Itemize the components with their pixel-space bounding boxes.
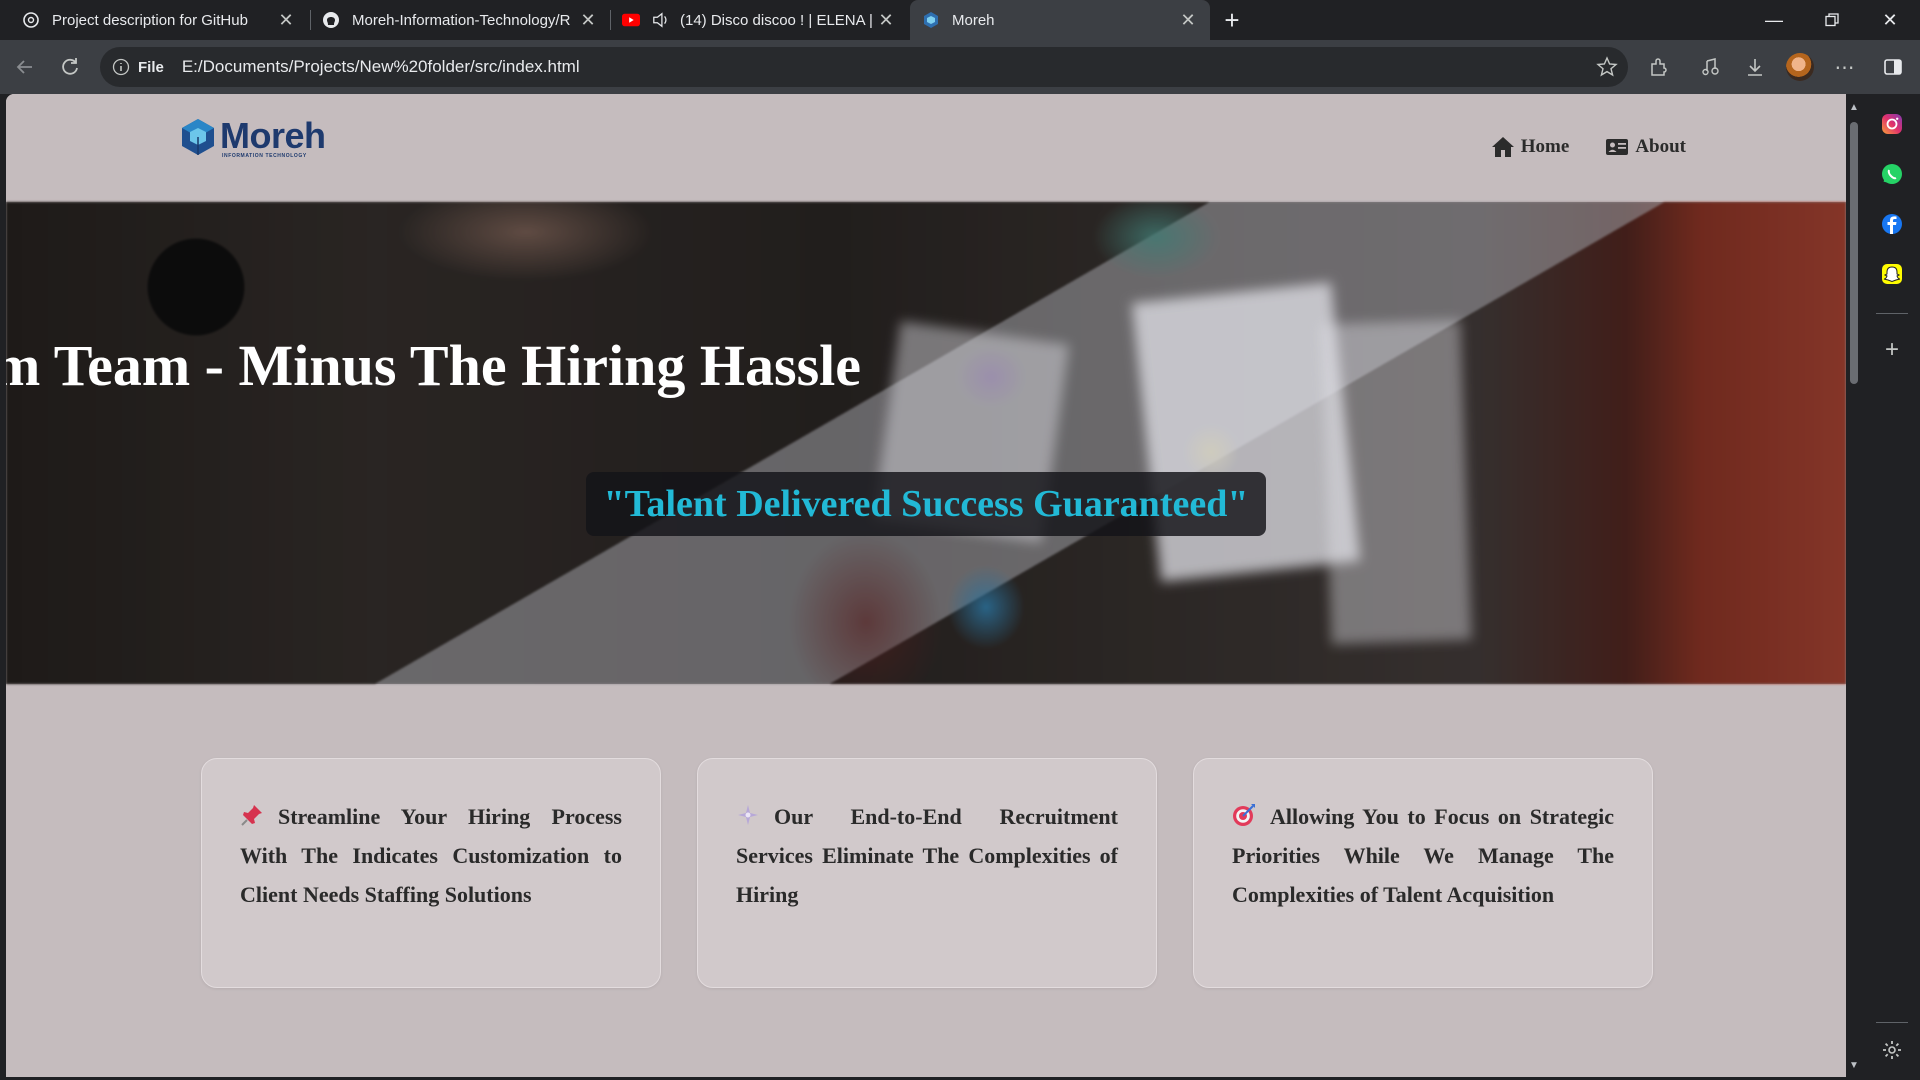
browser-side-panel: + bbox=[1864, 94, 1920, 1080]
arrow-left-icon bbox=[16, 60, 32, 74]
new-tab-button[interactable]: + bbox=[1218, 5, 1246, 35]
scroll-up-arrow-icon[interactable]: ▲ bbox=[1849, 102, 1859, 113]
nav-home-label: Home bbox=[1520, 136, 1570, 157]
moreh-cube-icon bbox=[182, 119, 214, 155]
tab-strip: Project description for GitHub ✕ Moreh-I… bbox=[0, 0, 1920, 40]
moreh-icon bbox=[922, 11, 940, 29]
facebook-icon[interactable] bbox=[1878, 210, 1906, 238]
more-dots-icon: ⋯ bbox=[1834, 56, 1856, 79]
tab-title: (14) Disco discoo ! | ELENA | bbox=[680, 11, 873, 29]
whatsapp-icon[interactable] bbox=[1878, 160, 1906, 188]
side-panel-divider bbox=[1876, 313, 1908, 314]
sidebar-toggle-button[interactable] bbox=[1878, 52, 1908, 82]
reload-button[interactable] bbox=[55, 52, 85, 82]
scheme-label: File bbox=[138, 58, 164, 76]
page-scrollbar[interactable]: ▲ ▼ bbox=[1846, 94, 1862, 1077]
restore-button[interactable] bbox=[1803, 0, 1861, 40]
pushpin-icon bbox=[241, 805, 262, 826]
nav-about[interactable]: About bbox=[1605, 136, 1686, 158]
hero-bg-paper bbox=[1320, 319, 1472, 645]
downloads-button[interactable] bbox=[1740, 52, 1770, 82]
minimize-button[interactable]: — bbox=[1745, 0, 1803, 40]
logo-wordmark: Moreh bbox=[220, 115, 326, 156]
puzzle-icon bbox=[1651, 58, 1667, 76]
chatgpt-icon bbox=[22, 11, 40, 29]
feature-card-text: Allowing You to Focus on Strategic Prior… bbox=[1232, 804, 1614, 907]
tab-title: Project description for GitHub bbox=[52, 11, 248, 29]
hero-tagline: "Talent Delivered Success Guaranteed" bbox=[586, 472, 1266, 536]
back-button[interactable] bbox=[10, 52, 40, 82]
youtube-icon bbox=[622, 11, 640, 29]
music-note-icon bbox=[1702, 58, 1719, 76]
scroll-thumb[interactable] bbox=[1850, 122, 1858, 384]
extensions-button[interactable] bbox=[1644, 52, 1674, 82]
download-icon bbox=[1748, 59, 1762, 76]
speaker-icon[interactable] bbox=[652, 11, 670, 29]
restore-icon bbox=[1825, 13, 1839, 27]
browser-toolbar: File E:/Documents/Projects/New%20folder/… bbox=[0, 40, 1920, 94]
target-icon bbox=[1233, 804, 1255, 826]
hero-overlay: m Team - Minus The Hiring Hassle "Talent… bbox=[6, 202, 1846, 684]
menu-button[interactable]: ⋯ bbox=[1830, 52, 1860, 82]
instagram-icon[interactable] bbox=[1878, 110, 1906, 138]
feature-cards: Streamline Your Hiring Process With The … bbox=[201, 758, 1653, 988]
feature-card-text: Streamline Your Hiring Process With The … bbox=[240, 804, 622, 907]
tab-title: Moreh bbox=[952, 11, 995, 29]
star-icon[interactable] bbox=[1596, 56, 1618, 78]
media-control-button[interactable] bbox=[1696, 52, 1726, 82]
snapchat-icon[interactable] bbox=[1878, 260, 1906, 288]
tab-github-repo[interactable]: Moreh-Information-Technology/R ✕ bbox=[310, 0, 610, 40]
scroll-down-arrow-icon[interactable]: ▼ bbox=[1849, 1060, 1859, 1071]
site-logo[interactable]: Moreh INFORMATION TECHNOLOGY bbox=[180, 118, 326, 159]
feature-card: Our End-to-End Recruitment Services Elim… bbox=[697, 758, 1157, 988]
id-card-icon bbox=[1606, 139, 1629, 155]
feature-card-text: Our End-to-End Recruitment Services Elim… bbox=[736, 804, 1118, 907]
add-icon[interactable]: + bbox=[1878, 336, 1906, 364]
tab-project-description[interactable]: Project description for GitHub ✕ bbox=[10, 0, 308, 40]
info-icon[interactable] bbox=[112, 58, 130, 76]
main-nav: Home About bbox=[1491, 136, 1686, 158]
home-icon bbox=[1491, 137, 1514, 157]
close-icon[interactable]: ✕ bbox=[276, 10, 296, 30]
side-panel-divider bbox=[1876, 1022, 1908, 1023]
address-bar[interactable]: File E:/Documents/Projects/New%20folder/… bbox=[100, 47, 1628, 87]
feature-card: Streamline Your Hiring Process With The … bbox=[201, 758, 661, 988]
tab-youtube[interactable]: (14) Disco discoo ! | ELENA | ✕ bbox=[610, 0, 908, 40]
feature-card: Allowing You to Focus on Strategic Prior… bbox=[1193, 758, 1653, 988]
github-icon bbox=[322, 11, 340, 29]
close-icon[interactable]: ✕ bbox=[1178, 10, 1198, 30]
settings-icon[interactable] bbox=[1878, 1036, 1906, 1064]
tab-title: Moreh-Information-Technology/R bbox=[352, 11, 571, 29]
url-text[interactable]: E:/Documents/Projects/New%20folder/src/i… bbox=[182, 57, 580, 77]
sidebar-icon bbox=[1884, 59, 1902, 75]
close-icon[interactable]: ✕ bbox=[876, 10, 896, 30]
site-header: Moreh INFORMATION TECHNOLOGY Home About bbox=[6, 94, 1846, 202]
hero-title: m Team - Minus The Hiring Hassle bbox=[6, 333, 862, 398]
page-viewport: Moreh INFORMATION TECHNOLOGY Home About … bbox=[6, 94, 1846, 1077]
profile-avatar[interactable] bbox=[1786, 53, 1814, 81]
reload-icon bbox=[62, 58, 78, 75]
nav-about-label: About bbox=[1635, 136, 1686, 157]
tab-moreh[interactable]: Moreh ✕ bbox=[910, 0, 1210, 40]
nav-home[interactable]: Home bbox=[1491, 136, 1570, 158]
close-icon[interactable]: ✕ bbox=[578, 10, 598, 30]
sparkle-icon bbox=[738, 805, 758, 825]
close-window-button[interactable]: ✕ bbox=[1861, 0, 1919, 40]
